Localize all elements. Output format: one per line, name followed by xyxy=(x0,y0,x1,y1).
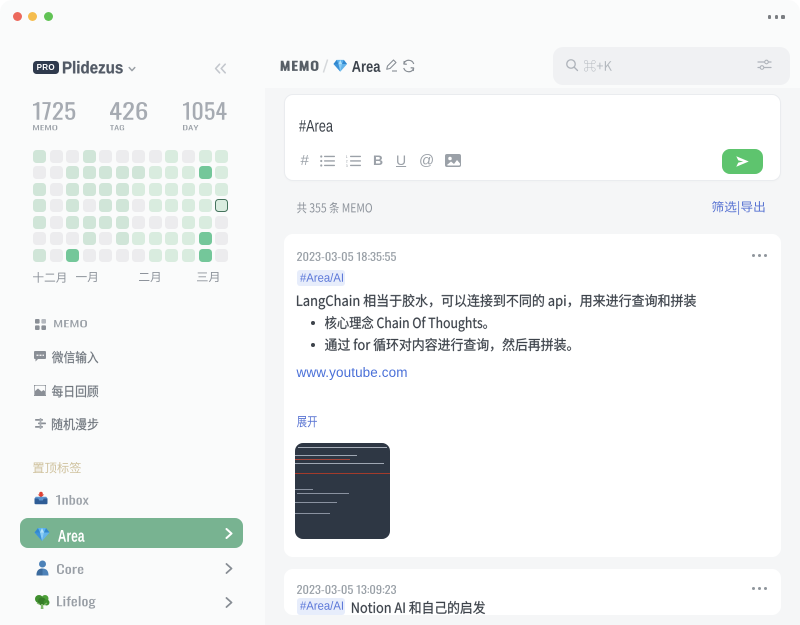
svg-text:3: 3 xyxy=(346,163,349,167)
